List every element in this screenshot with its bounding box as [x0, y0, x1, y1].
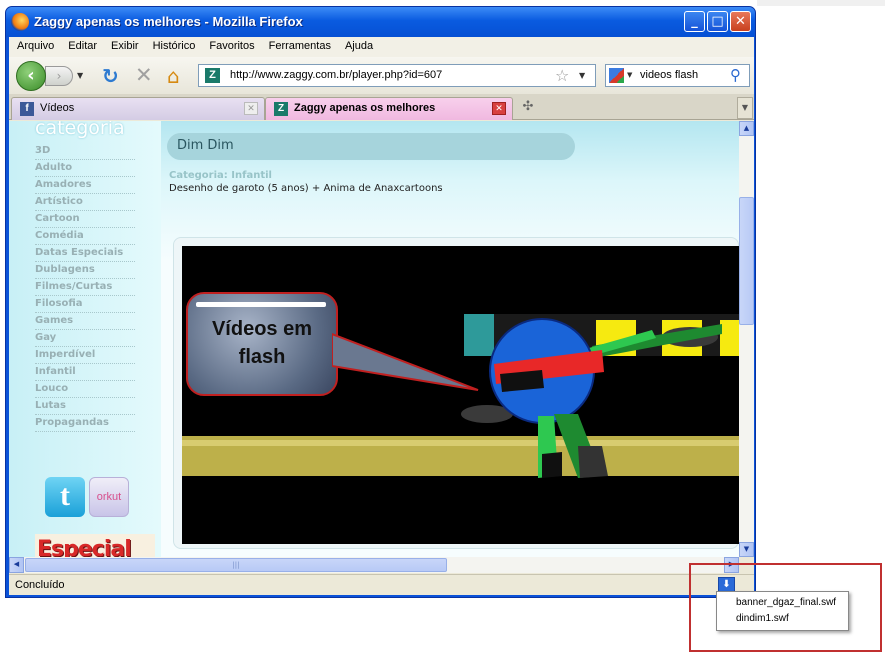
facebook-icon: f	[20, 102, 34, 116]
tab-label: Vídeos	[40, 102, 75, 114]
maximize-button[interactable]: □	[707, 11, 728, 32]
window-client: Arquivo Editar Exibir Histórico Favorito…	[9, 37, 754, 595]
category-link[interactable]: Louco	[35, 381, 135, 398]
minimize-button[interactable]: _	[684, 11, 705, 32]
category-link[interactable]: Artístico	[35, 194, 135, 211]
callout-pointer	[332, 332, 479, 391]
menu-ferramentas[interactable]: Ferramentas	[262, 37, 338, 57]
video-category[interactable]: Categoria: Infantil	[169, 170, 272, 181]
video-description: Desenho de garoto (5 anos) + Anima de An…	[169, 183, 443, 194]
vertical-scrollbar[interactable]: ▲ ▼	[739, 121, 754, 557]
engine-dropdown-icon[interactable]: ▼	[627, 71, 632, 79]
callout-bubble: Vídeos em flash	[186, 292, 338, 396]
category-link[interactable]: 3D	[35, 143, 135, 160]
category-link[interactable]: Filmes/Curtas	[35, 279, 135, 296]
video-title: Dim Dim	[177, 138, 234, 153]
callout-line1: Vídeos em	[211, 318, 313, 340]
bookmark-star-icon[interactable]: ☆	[555, 66, 569, 85]
new-tab-icon[interactable]: ✣	[518, 99, 538, 117]
site-favicon-icon: Z	[205, 68, 220, 83]
tab-zaggy[interactable]: Z Zaggy apenas os melhores ✕	[265, 97, 513, 120]
category-sidebar: categoria 3D Adulto Amadores Artístico C…	[9, 121, 161, 557]
tab-label: Zaggy apenas os melhores	[294, 102, 436, 114]
title-bar[interactable]: Zaggy apenas os melhores - Mozilla Firef…	[6, 7, 755, 37]
vertical-scroll-thumb[interactable]	[739, 197, 754, 325]
background-strip	[757, 0, 885, 6]
menu-favoritos[interactable]: Favoritos	[202, 37, 261, 57]
google-engine-icon[interactable]	[609, 68, 624, 83]
menu-bar: Arquivo Editar Exibir Histórico Favorito…	[9, 37, 754, 57]
page-content: categoria 3D Adulto Amadores Artístico C…	[9, 121, 739, 557]
category-link[interactable]: Lutas	[35, 398, 135, 415]
navigation-toolbar: › ‹ ▼ ↻ ✕ ⌂ Z http://www.zaggy.com.br/pl…	[9, 57, 754, 94]
category-link[interactable]: Filosofia	[35, 296, 135, 313]
url-text[interactable]: http://www.zaggy.com.br/player.php?id=60…	[230, 69, 442, 81]
scroll-left-icon[interactable]: ◀	[9, 557, 24, 573]
menu-historico[interactable]: Histórico	[146, 37, 203, 57]
banner-text: Especial	[37, 537, 132, 557]
tab-list-dropdown-icon[interactable]: ▼	[737, 97, 753, 119]
close-tab-icon[interactable]: ✕	[244, 102, 258, 115]
stop-icon[interactable]: ✕	[135, 63, 153, 87]
window-title: Zaggy apenas os melhores - Mozilla Firef…	[34, 14, 303, 29]
search-input[interactable]: videos flash	[640, 69, 698, 81]
download-item[interactable]: dindim1.swf	[736, 613, 789, 624]
orkut-icon[interactable]: orkut	[89, 477, 129, 517]
download-item[interactable]: banner_dgaz_final.swf	[736, 597, 836, 608]
menu-editar[interactable]: Editar	[61, 37, 104, 57]
category-list: 3D Adulto Amadores Artístico Cartoon Com…	[35, 143, 135, 432]
menu-arquivo[interactable]: Arquivo	[9, 37, 61, 57]
forward-button[interactable]: ›	[45, 66, 73, 86]
category-link[interactable]: Datas Especiais	[35, 245, 135, 262]
close-tab-icon[interactable]: ✕	[492, 102, 506, 115]
tab-videos[interactable]: f Vídeos ✕	[11, 97, 265, 120]
browser-window: Zaggy apenas os melhores - Mozilla Firef…	[5, 6, 756, 598]
category-link[interactable]: Games	[35, 313, 135, 330]
category-link[interactable]: Gay	[35, 330, 135, 347]
status-bar: Concluído ⬇	[9, 574, 754, 595]
downloads-popup: banner_dgaz_final.swf dindim1.swf	[716, 591, 849, 631]
special-banner[interactable]: Especial	[35, 534, 155, 557]
zaggy-icon: Z	[274, 102, 288, 116]
menu-exibir[interactable]: Exibir	[104, 37, 146, 57]
callout-line2: flash	[238, 346, 286, 368]
category-link[interactable]: Comédia	[35, 228, 135, 245]
horizontal-scroll-thumb[interactable]: |||	[25, 558, 447, 572]
horizontal-scrollbar[interactable]: ◀ ||| ▶	[9, 557, 739, 573]
flash-video-player[interactable]: Vídeos em flash	[182, 246, 739, 544]
callout-highlight	[196, 302, 326, 307]
search-magnifier-icon[interactable]: ⚲	[730, 66, 741, 84]
back-button[interactable]: ‹	[16, 61, 46, 91]
firefox-icon	[11, 13, 29, 31]
category-link[interactable]: Propagandas	[35, 415, 135, 432]
close-window-button[interactable]: ✕	[730, 11, 751, 32]
twitter-icon[interactable]: t	[45, 477, 85, 517]
history-dropdown-icon[interactable]: ▼	[77, 71, 83, 80]
menu-ajuda[interactable]: Ajuda	[338, 37, 380, 57]
category-link[interactable]: Dublagens	[35, 262, 135, 279]
video-title-bar: Dim Dim	[167, 133, 575, 160]
status-text: Concluído	[15, 579, 65, 591]
category-link[interactable]: Amadores	[35, 177, 135, 194]
category-link[interactable]: Imperdível	[35, 347, 135, 364]
scroll-up-icon[interactable]: ▲	[739, 121, 754, 136]
url-dropdown-icon[interactable]: ▼	[579, 71, 585, 80]
video-main: Dim Dim Categoria: Infantil Desenho de g…	[161, 121, 739, 557]
reload-icon[interactable]: ↻	[102, 64, 119, 88]
category-link[interactable]: Adulto	[35, 160, 135, 177]
category-link[interactable]: Infantil	[35, 364, 135, 381]
home-icon[interactable]: ⌂	[167, 64, 180, 88]
category-link[interactable]: Cartoon	[35, 211, 135, 228]
tab-bar: f Vídeos ✕ Z Zaggy apenas os melhores ✕ …	[9, 94, 754, 120]
category-heading: categoria	[35, 121, 125, 139]
url-bar[interactable]: Z http://www.zaggy.com.br/player.php?id=…	[198, 64, 596, 87]
scroll-down-icon[interactable]: ▼	[739, 542, 754, 557]
search-bar[interactable]: ▼ videos flash ⚲	[605, 64, 750, 87]
